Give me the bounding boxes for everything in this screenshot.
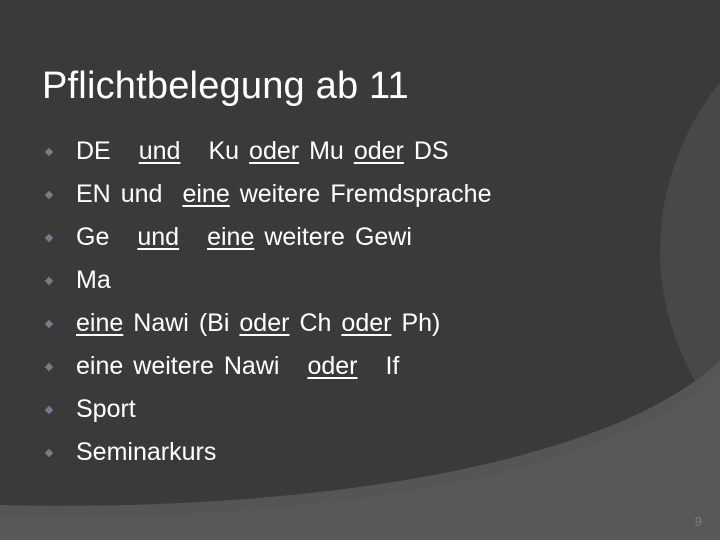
bullet-diamond-icon [44, 276, 54, 285]
bullet-diamond-icon [44, 319, 54, 328]
bullet-diamond-icon [44, 362, 54, 371]
list-item: Sport [40, 388, 680, 431]
list-item-label: eine Nawi (Bi oder Ch oder Ph) [76, 309, 441, 337]
presentation-slide: Pflichtbelegung ab 11 DE und Ku oder Mu oder D… [0, 0, 720, 540]
list-item-label: Seminarkurs [76, 438, 217, 466]
list-item: Ge und eine weitere Gewi [40, 216, 680, 259]
list-item-label: EN und eine weitere Fremdsprache [76, 180, 492, 208]
list-item: DE und Ku oder Mu oder DS [40, 130, 680, 173]
list-item: Ma [40, 259, 680, 302]
list-item: EN und eine weitere Fremdsprache [40, 173, 680, 216]
slide-number: 9 [694, 514, 702, 529]
bullet-diamond-icon [44, 448, 54, 457]
bullet-diamond-icon [44, 405, 54, 414]
bullet-diamond-icon [44, 233, 54, 242]
bullet-diamond-icon [44, 147, 54, 156]
list-item-label: Sport [76, 395, 136, 423]
page-title: Pflichtbelegung ab 11 [42, 65, 409, 108]
bullet-diamond-icon [44, 190, 54, 199]
list-item-label: eine weitere Nawi oder If [76, 352, 400, 380]
list-item: Seminarkurs [40, 431, 680, 474]
bullet-list: DE und Ku oder Mu oder DS EN und eine weitere Frem… [40, 130, 680, 474]
list-item: eine Nawi (Bi oder Ch oder Ph) [40, 302, 680, 345]
list-item-label: Ma [76, 266, 111, 294]
list-item: eine weitere Nawi oder If [40, 345, 680, 388]
list-item-label: DE und Ku oder Mu oder DS [76, 137, 449, 165]
list-item-label: Ge und eine weitere Gewi [76, 223, 412, 251]
